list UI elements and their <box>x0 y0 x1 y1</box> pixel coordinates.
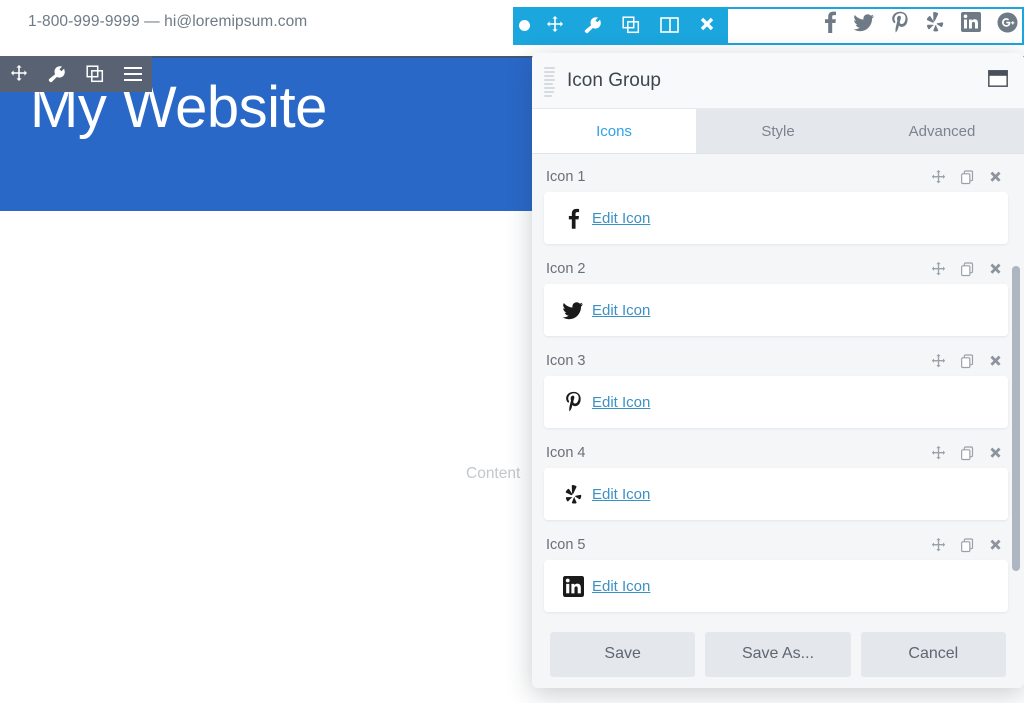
move-icon[interactable] <box>931 261 946 277</box>
icon-row-header: Icon 2 <box>544 254 1008 284</box>
duplicate-icon[interactable] <box>960 445 975 461</box>
close-icon[interactable] <box>989 447 1002 460</box>
module-toolbar[interactable] <box>513 7 728 43</box>
save-button[interactable]: Save <box>550 631 696 677</box>
icon-card[interactable]: Edit Icon <box>544 468 1008 520</box>
modal-scrollbar-thumb[interactable] <box>1012 266 1020 571</box>
modal-title: Icon Group <box>567 69 661 91</box>
duplicate-icon[interactable] <box>960 261 975 277</box>
icon-row: Icon 4 Edit Icon <box>544 438 1008 520</box>
icon-row-header: Icon 5 <box>544 530 1008 560</box>
googleplus-icon[interactable] <box>997 12 1018 33</box>
menu-icon[interactable] <box>114 56 152 92</box>
move-icon[interactable] <box>931 445 946 461</box>
icon-row-actions[interactable] <box>931 261 1002 277</box>
duplicate-icon[interactable] <box>960 353 975 369</box>
icon-card[interactable]: Edit Icon <box>544 560 1008 612</box>
icon-row-label: Icon 3 <box>546 353 586 369</box>
icon-row: Icon 1 Edit Icon <box>544 162 1008 244</box>
move-icon[interactable] <box>931 169 946 185</box>
icon-row-actions[interactable] <box>931 445 1002 461</box>
close-icon[interactable] <box>989 171 1002 184</box>
close-icon[interactable] <box>688 7 726 43</box>
modal-body: Icon 1 Edit Icon Icon 2 Edit Icon Icon 3… <box>532 154 1024 620</box>
icon-row-label: Icon 2 <box>546 261 586 277</box>
icon-row-label: Icon 4 <box>546 445 586 461</box>
yelp-icon[interactable] <box>925 11 945 33</box>
tab-style[interactable]: Style <box>696 109 860 153</box>
edit-icon-link[interactable]: Edit Icon <box>592 486 650 503</box>
duplicate-icon[interactable] <box>960 169 975 185</box>
twitter-icon[interactable] <box>853 11 875 33</box>
contact-info: 1-800-999-9999 — hi@loremipsum.com <box>28 13 308 30</box>
icon-card[interactable]: Edit Icon <box>544 192 1008 244</box>
tab-icons[interactable]: Icons <box>532 109 696 153</box>
site-topbar: 1-800-999-9999 — hi@loremipsum.com <box>0 0 1024 44</box>
drag-handle-icon[interactable] <box>544 67 556 97</box>
modal-tabs[interactable]: Icons Style Advanced <box>532 109 1024 154</box>
icon-card[interactable]: Edit Icon <box>544 376 1008 428</box>
move-icon[interactable] <box>0 56 38 92</box>
facebook-icon[interactable] <box>823 11 837 33</box>
cancel-button[interactable]: Cancel <box>860 631 1006 677</box>
linkedin-icon <box>558 575 588 597</box>
duplicate-icon[interactable] <box>612 7 650 43</box>
minimize-window-icon[interactable] <box>988 70 1008 87</box>
wrench-icon[interactable] <box>574 7 612 43</box>
move-icon[interactable] <box>536 7 574 43</box>
yelp-icon <box>558 484 588 505</box>
duplicate-icon[interactable] <box>76 56 114 92</box>
modal-footer: Save Save As... Cancel <box>532 620 1024 688</box>
icon-row-header: Icon 1 <box>544 162 1008 192</box>
row-module-toolbar[interactable] <box>0 56 152 92</box>
close-icon[interactable] <box>989 539 1002 552</box>
icon-row-header: Icon 4 <box>544 438 1008 468</box>
twitter-icon <box>558 299 588 321</box>
close-icon[interactable] <box>989 355 1002 368</box>
pinterest-icon <box>558 391 588 413</box>
facebook-icon <box>558 208 588 229</box>
icon-row: Icon 5 Edit Icon <box>544 530 1008 612</box>
tab-advanced[interactable]: Advanced <box>860 109 1024 153</box>
icon-card[interactable]: Edit Icon <box>544 284 1008 336</box>
app-root: 1-800-999-9999 — hi@loremipsum.com My We… <box>0 0 1024 703</box>
edit-icon-link[interactable]: Edit Icon <box>592 302 650 319</box>
edit-icon-link[interactable]: Edit Icon <box>592 394 650 411</box>
icon-row-actions[interactable] <box>931 537 1002 553</box>
icon-row-actions[interactable] <box>931 353 1002 369</box>
icon-row-actions[interactable] <box>931 169 1002 185</box>
pinterest-icon[interactable] <box>891 11 909 34</box>
icon-row-label: Icon 5 <box>546 537 586 553</box>
duplicate-icon[interactable] <box>960 537 975 553</box>
icon-row-header: Icon 3 <box>544 346 1008 376</box>
close-icon[interactable] <box>989 263 1002 276</box>
icon-row: Icon 3 Edit Icon <box>544 346 1008 428</box>
icon-row-label: Icon 1 <box>546 169 586 185</box>
edit-icon-link[interactable]: Edit Icon <box>592 578 650 595</box>
columns-icon[interactable] <box>650 7 688 43</box>
modal-header: Icon Group <box>532 53 1024 109</box>
icon-row: Icon 2 Edit Icon <box>544 254 1008 336</box>
social-icon-group[interactable] <box>823 0 1024 44</box>
linkedin-icon[interactable] <box>961 12 981 32</box>
save-as-button[interactable]: Save As... <box>705 631 851 677</box>
edit-icon-link[interactable]: Edit Icon <box>592 210 650 227</box>
content-placeholder-label: Content <box>466 465 521 482</box>
move-icon[interactable] <box>931 537 946 553</box>
settings-modal: Icon Group Icons Style Advanced Icon 1 E… <box>532 53 1024 688</box>
move-icon[interactable] <box>931 353 946 369</box>
wrench-icon[interactable] <box>38 56 76 92</box>
toolbar-handle-dot <box>519 19 530 31</box>
